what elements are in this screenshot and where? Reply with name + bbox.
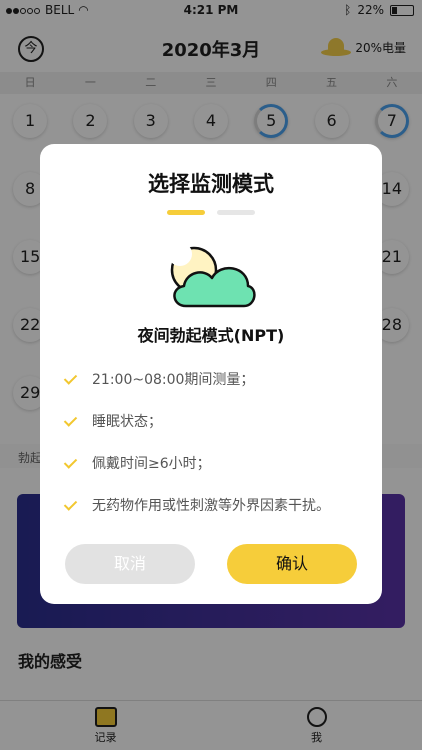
requirement-text: 无药物作用或性刺激等外界因素干扰。 xyxy=(92,498,330,514)
confirm-button[interactable]: 确认 xyxy=(227,544,357,584)
requirement-text: 睡眠状态； xyxy=(92,414,162,430)
check-icon xyxy=(64,456,78,470)
step-indicator-active xyxy=(167,210,205,215)
check-icon xyxy=(64,498,78,512)
check-icon xyxy=(64,414,78,428)
mode-select-dialog: 选择监测模式 夜间勃起模式(NPT) 21:00~08:00期间测量； 睡眠状态… xyxy=(40,144,382,604)
requirements-list: 21:00~08:00期间测量； 睡眠状态； 佩戴时间≥6小时； 无药物作用或性… xyxy=(64,358,362,526)
list-item: 睡眠状态； xyxy=(64,400,362,442)
mode-name: 夜间勃起模式(NPT) xyxy=(137,326,285,345)
cancel-button[interactable]: 取消 xyxy=(65,544,195,584)
moon-cloud-icon xyxy=(168,242,256,308)
requirement-text: 21:00~08:00期间测量； xyxy=(92,372,255,388)
step-indicator-inactive xyxy=(217,210,255,215)
list-item: 佩戴时间≥6小时； xyxy=(64,442,362,484)
list-item: 无药物作用或性刺激等外界因素干扰。 xyxy=(64,484,362,526)
list-item: 21:00~08:00期间测量； xyxy=(64,358,362,400)
dialog-title: 选择监测模式 xyxy=(148,172,274,196)
requirement-text: 佩戴时间≥6小时； xyxy=(92,456,211,472)
check-icon xyxy=(64,372,78,386)
